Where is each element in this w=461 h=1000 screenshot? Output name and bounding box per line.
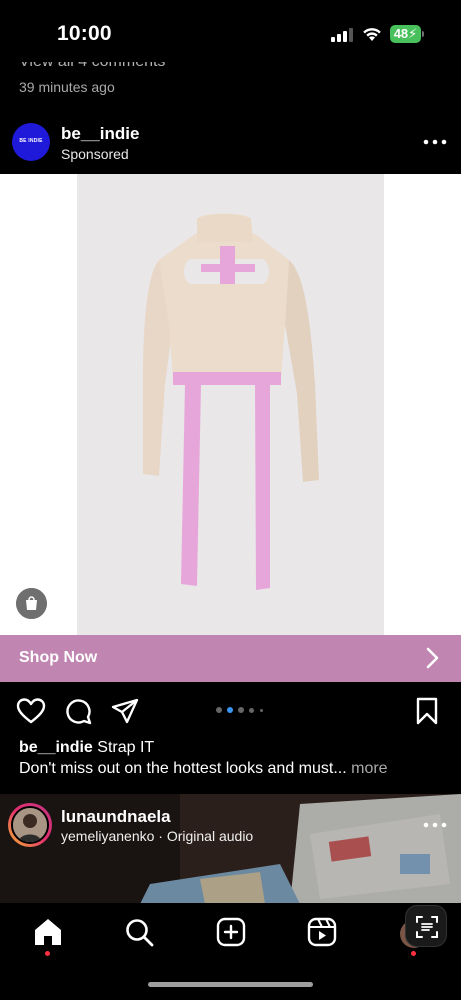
share-paper-plane-icon[interactable] (111, 697, 139, 725)
sponsored-label: Sponsored (61, 146, 129, 162)
brand-avatar[interactable]: BE INDIE (12, 123, 50, 161)
home-indicator[interactable] (148, 982, 313, 987)
battery-level: 48 (393, 26, 409, 41)
comment-bubble-icon[interactable] (64, 697, 92, 725)
carousel-indicator (214, 705, 270, 715)
caption-text: Don't miss out on the hottest looks and … (19, 760, 347, 777)
home-icon[interactable] (32, 917, 64, 947)
home-notification-dot (45, 951, 50, 956)
brand-avatar-logo: BE INDIE (19, 138, 43, 144)
save-bookmark-icon[interactable] (415, 697, 439, 725)
screen-capture-button[interactable] (405, 905, 447, 947)
like-heart-icon[interactable] (16, 697, 46, 725)
reel-avatar[interactable] (11, 806, 49, 844)
status-bar: 10:00 48⚡ (0, 0, 461, 62)
post-actions (0, 690, 461, 732)
shopping-bag-icon[interactable] (16, 588, 47, 619)
reel-username[interactable]: lunaundnaela (61, 807, 171, 827)
wifi-icon (363, 28, 381, 41)
next-reel-preview[interactable]: lunaundnaela yemeliyanenko · Original au… (0, 794, 461, 904)
scan-text-icon (416, 916, 438, 938)
carousel-dot (238, 707, 244, 713)
shop-now-button[interactable]: Shop Now (0, 635, 461, 682)
carousel-dot (249, 707, 254, 713)
carousel-dot (260, 708, 263, 712)
caption-username[interactable]: be__indie (19, 739, 93, 756)
post-image[interactable] (0, 174, 461, 635)
caption-more-link[interactable]: more (351, 760, 387, 777)
caption-title: Strap IT (97, 739, 155, 756)
status-time: 10:00 (57, 22, 112, 45)
carousel-dot (216, 707, 222, 713)
product-photo-sweater (143, 213, 319, 590)
search-icon[interactable] (124, 917, 156, 947)
profile-notification-dot (411, 951, 416, 956)
reels-icon[interactable] (306, 917, 338, 947)
reel-audio-label[interactable]: yemeliyanenko · Original audio (61, 828, 253, 844)
create-post-icon[interactable] (215, 917, 247, 947)
caption-text-line: Don't miss out on the hottest looks and … (19, 760, 388, 778)
signal-icon (331, 28, 353, 42)
more-options-icon[interactable] (421, 134, 449, 150)
reel-more-options-icon[interactable] (421, 817, 449, 833)
battery-charging-icon: 48⚡ (390, 25, 424, 43)
shop-now-label: Shop Now (19, 649, 98, 666)
post-username[interactable]: be__indie (61, 124, 139, 144)
caption-line: be__indie Strap IT (19, 739, 154, 757)
chevron-right-icon (426, 647, 439, 669)
carousel-dot-active (227, 707, 233, 713)
post-time-ago: 39 minutes ago (19, 79, 115, 95)
post-header: BE INDIE be__indie Sponsored (0, 112, 461, 174)
